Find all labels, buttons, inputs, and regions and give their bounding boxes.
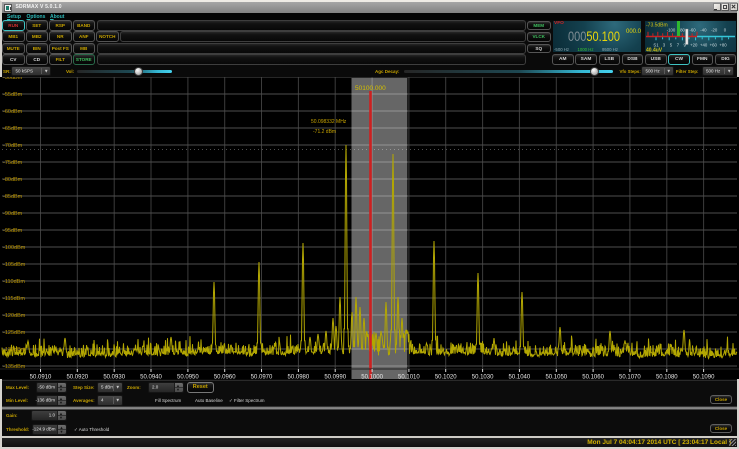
svg-text:-100dBm: -100dBm xyxy=(3,245,26,251)
svg-text:-115dBm: -115dBm xyxy=(3,296,25,302)
svg-text:-65dBm: -65dBm xyxy=(3,126,23,132)
svg-text:-80dBm: -80dBm xyxy=(3,177,23,183)
svg-text:50.1080: 50.1080 xyxy=(656,375,678,380)
svg-text:50.0950: 50.0950 xyxy=(177,375,199,380)
svg-text:-40: -40 xyxy=(700,28,707,33)
svg-text:50.1050: 50.1050 xyxy=(545,375,567,380)
svg-text:-95dBm: -95dBm xyxy=(3,228,23,234)
svg-text:-85dBm: -85dBm xyxy=(3,194,23,200)
svg-text:50.0980: 50.0980 xyxy=(288,375,310,380)
svg-text:+60: +60 xyxy=(710,43,718,48)
svg-text:+20: +20 xyxy=(690,43,698,48)
svg-text:50.1010: 50.1010 xyxy=(398,375,420,380)
svg-text:-125dBm: -125dBm xyxy=(3,330,26,336)
svg-text:3: 3 xyxy=(663,43,666,48)
svg-text:50.0940: 50.0940 xyxy=(140,375,162,380)
svg-text:50.1020: 50.1020 xyxy=(435,375,457,380)
svg-text:50.1040: 50.1040 xyxy=(509,375,531,380)
svg-text:-60: -60 xyxy=(689,28,696,33)
svg-text:-20: -20 xyxy=(711,28,718,33)
svg-text:+40: +40 xyxy=(700,43,708,48)
svg-text:-71.2 dBm: -71.2 dBm xyxy=(313,129,336,135)
svg-text:0: 0 xyxy=(724,28,727,33)
svg-text:-55dBm: -55dBm xyxy=(3,92,23,98)
svg-text:-110dBm: -110dBm xyxy=(3,279,25,285)
svg-text:-105dBm: -105dBm xyxy=(3,262,26,268)
svg-text:50.1000: 50.1000 xyxy=(361,375,383,380)
svg-text:5: 5 xyxy=(670,43,673,48)
svg-text:50.098332 MHz: 50.098332 MHz xyxy=(311,119,347,125)
svg-text:-120dBm: -120dBm xyxy=(3,313,26,319)
svg-text:50.0930: 50.0930 xyxy=(103,375,125,380)
svg-text:50.0960: 50.0960 xyxy=(214,375,236,380)
svg-text:-70dBm: -70dBm xyxy=(3,143,23,149)
svg-text:50.0920: 50.0920 xyxy=(66,375,88,380)
svg-text:50.0970: 50.0970 xyxy=(251,375,273,380)
svg-text:50.1060: 50.1060 xyxy=(582,375,604,380)
svg-text:-75dBm: -75dBm xyxy=(3,160,23,166)
svg-text:50.1090: 50.1090 xyxy=(693,375,715,380)
svg-text:50.0990: 50.0990 xyxy=(324,375,346,380)
svg-text:50.1030: 50.1030 xyxy=(472,375,494,380)
svg-text:50.1070: 50.1070 xyxy=(619,375,641,380)
svg-text:-73.5dBm: -73.5dBm xyxy=(646,23,668,29)
svg-text:-130dBm: -130dBm xyxy=(3,347,26,353)
svg-text:-100: -100 xyxy=(667,28,676,33)
svg-text:+80: +80 xyxy=(719,43,727,48)
svg-text:40.4uV: 40.4uV xyxy=(646,48,663,54)
svg-text:-50dBm: -50dBm xyxy=(3,77,23,81)
svg-text:50100.000: 50100.000 xyxy=(355,85,386,92)
svg-text:50.0910: 50.0910 xyxy=(30,375,52,380)
svg-text:7: 7 xyxy=(677,43,680,48)
svg-text:-60dBm: -60dBm xyxy=(3,109,23,115)
svg-text:-90dBm: -90dBm xyxy=(3,211,23,217)
